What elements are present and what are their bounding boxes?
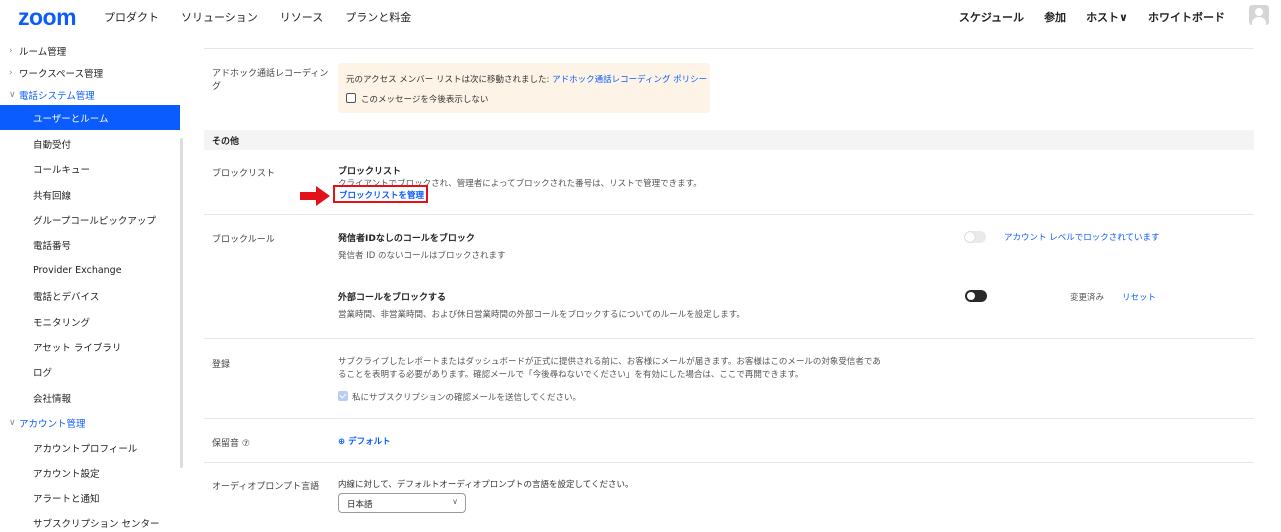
- chevron-down-icon: ∨: [452, 497, 458, 506]
- chevron-right-icon: ›: [9, 45, 13, 56]
- register-desc-line1: サブクライブしたレポートまたはダッシュボードが正式に提供される前に、お客様にメー…: [338, 357, 881, 367]
- block-no-callerid-desc: 発信者 ID のないコールはブロックされます: [338, 251, 506, 261]
- audio-prompt-desc: 内線に対して、デフォルトオーディオプロンプトの言語を設定してください。: [338, 480, 634, 490]
- block-external-desc: 営業時間、非営業時間、および休日営業時間の外部コールをブロックするについてのルー…: [338, 310, 745, 320]
- adhoc-policy-link[interactable]: アドホック通話レコーディング ポリシー: [552, 75, 707, 85]
- subscription-email-checkbox[interactable]: [338, 391, 348, 401]
- sidebar-item-label: ワークスペース管理: [19, 68, 104, 80]
- reset-link[interactable]: リセット: [1122, 291, 1156, 303]
- adhoc-recording-label: アドホック通話レコーディング: [212, 69, 329, 92]
- sidebar-item-shared-lines[interactable]: 共有回線: [0, 182, 180, 207]
- divider: [204, 338, 1254, 339]
- sidebar-item-phone-numbers[interactable]: 電話番号: [0, 232, 180, 257]
- divider: [204, 418, 1254, 419]
- register-desc-line2: ることを表明する必要があります。確認メールで「今後尋ねないでください」を有効にし…: [338, 370, 804, 380]
- hold-music-label: 保留音 ⑦: [212, 439, 250, 449]
- hold-music-default-link[interactable]: ⊕ デフォルト: [338, 435, 391, 447]
- sidebar-item-subscription-center[interactable]: サブスクリプション センター: [0, 510, 180, 532]
- block-external-title: 外部コールをブロックする: [338, 293, 447, 303]
- sidebar-item-provider-exchange[interactable]: Provider Exchange: [0, 258, 180, 283]
- manage-blocklist-label: ブロックリストを管理: [339, 191, 425, 201]
- dont-show-label: このメッセージを今後表示しない: [361, 95, 489, 105]
- notice-text: 元のアクセス メンバー リストは次に移動されました: アドホック通話レコーディン…: [346, 73, 707, 85]
- blockrule-label: ブロックルール: [212, 235, 275, 245]
- register-label: 登録: [212, 360, 231, 370]
- sidebar-item-account-profile[interactable]: アカウントプロフィール: [0, 435, 180, 460]
- sidebar-item-monitoring[interactable]: モニタリング: [0, 309, 180, 334]
- sidebar-item-label: アカウント管理: [19, 418, 86, 430]
- audio-prompt-label: オーディオプロンプト言語: [212, 482, 320, 492]
- sidebar-item-users-rooms[interactable]: ユーザーとルーム: [0, 105, 180, 130]
- sidebar-item-company-info[interactable]: 会社情報: [0, 385, 180, 410]
- sidebar-item-asset-library[interactable]: アセット ライブラリ: [0, 334, 180, 359]
- sidebar-item-auto-receptionist[interactable]: 自動受付: [0, 131, 180, 156]
- sidebar-item-group-call-pickup[interactable]: グループコールピックアップ: [0, 207, 180, 232]
- divider: [204, 462, 1254, 463]
- sidebar-item-logs[interactable]: ログ: [0, 359, 180, 384]
- sidebar-item-account-management[interactable]: ∨ アカウント管理: [0, 410, 180, 435]
- chevron-right-icon: ›: [9, 67, 13, 78]
- main-content: アドホック通話レコーディング 元のアクセス メンバー リストは次に移動されました…: [204, 0, 1254, 532]
- nav-products[interactable]: プロダクト: [104, 9, 159, 25]
- sidebar-item-phones-devices[interactable]: 電話とデバイス: [0, 283, 180, 308]
- sidebar-item-account-settings[interactable]: アカウント設定: [0, 460, 180, 485]
- block-external-toggle[interactable]: [965, 290, 987, 302]
- modified-status: 変更済み: [1070, 293, 1105, 303]
- divider: [204, 48, 1254, 49]
- red-arrow-icon: [300, 186, 330, 206]
- account-locked-status: アカウント レベルでロックされています: [1004, 233, 1160, 243]
- blocklist-title: ブロックリスト: [338, 167, 402, 177]
- sidebar-item-label: ルーム管理: [19, 46, 67, 58]
- manage-blocklist-link[interactable]: ブロックリストを管理: [333, 185, 428, 203]
- sidebar-item-phone-system[interactable]: ∨ 電話システム管理: [0, 82, 180, 107]
- sidebar-item-call-queue[interactable]: コールキュー: [0, 156, 180, 181]
- block-no-callerid-title: 発信者IDなしのコールをブロック: [338, 234, 475, 244]
- chevron-down-icon: ∨: [9, 417, 16, 428]
- dont-show-checkbox[interactable]: [346, 93, 356, 103]
- block-no-callerid-toggle[interactable]: [964, 231, 986, 243]
- blocklist-label: ブロックリスト: [212, 169, 276, 179]
- subscription-email-label: 私にサブスクリプションの確認メールを送信してください。: [352, 393, 581, 403]
- sidebar-item-label: 電話システム管理: [19, 90, 95, 102]
- sidebar: › ルーム管理 › ワークスペース管理 ∨ 電話システム管理 ユーザーとルーム …: [0, 38, 183, 532]
- notice-message: 元のアクセス メンバー リストは次に移動されました:: [346, 75, 553, 85]
- chevron-down-icon: ∨: [9, 89, 16, 100]
- sidebar-scrollbar[interactable]: [180, 138, 183, 468]
- selected-language: 日本語: [347, 500, 373, 510]
- divider: [204, 214, 1254, 215]
- section-other-header: その他: [204, 130, 1254, 150]
- section-title: その他: [212, 137, 240, 147]
- audio-language-select[interactable]: 日本語 ∨: [338, 493, 466, 513]
- sidebar-item-alerts[interactable]: アラートと通知: [0, 485, 180, 510]
- adhoc-notice: 元のアクセス メンバー リストは次に移動されました: アドホック通話レコーディン…: [338, 63, 710, 113]
- zoom-logo[interactable]: zoom: [18, 4, 77, 31]
